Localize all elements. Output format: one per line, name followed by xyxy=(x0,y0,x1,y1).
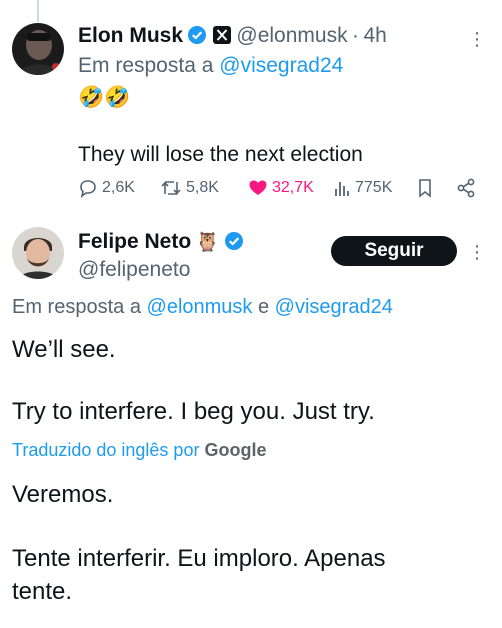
translation-credit[interactable]: Traduzido do inglês por Google xyxy=(12,440,266,461)
tweet2-header: Felipe Neto 🦉 xyxy=(78,229,244,255)
reply-mention[interactable]: @visegrad24 xyxy=(219,54,343,77)
verified-icon xyxy=(224,231,244,260)
translation-line2a: Tente interferir. Eu imploro. Apenas xyxy=(12,545,386,572)
tweet2-text-line2: Try to interfere. I beg you. Just try. xyxy=(12,398,375,425)
reply-prefix: Em resposta a xyxy=(78,54,214,77)
reply-icon xyxy=(78,178,98,198)
author-handle[interactable]: @elonmusk xyxy=(236,24,347,47)
views-count: 775K xyxy=(355,179,393,196)
heart-icon xyxy=(248,178,268,198)
owl-emoji: 🦉 xyxy=(195,232,220,253)
share-button[interactable] xyxy=(456,178,476,198)
separator-dot: · xyxy=(352,24,360,47)
bookmark-button[interactable] xyxy=(416,178,434,198)
reply-count: 2,6K xyxy=(102,179,135,196)
reply-mention-2[interactable]: @visegrad24 xyxy=(275,296,393,318)
retweet-button[interactable]: 5,8K xyxy=(160,178,219,198)
tweet1-emoji: 🤣🤣 xyxy=(78,86,131,109)
retweet-icon xyxy=(160,178,182,198)
author-name[interactable]: Felipe Neto xyxy=(78,230,191,253)
reply-context: Em resposta a @visegrad24 xyxy=(78,54,343,78)
translation-line1: Veremos. xyxy=(12,481,114,508)
views-icon xyxy=(333,178,351,198)
felipe-avatar[interactable] xyxy=(12,227,64,279)
translated-by-label: Traduzido do inglês por xyxy=(12,440,200,460)
more-icon[interactable]: ⋮ xyxy=(468,30,486,48)
reply-and: e xyxy=(257,296,270,318)
verified-icon xyxy=(187,25,207,54)
tweet1-text: They will lose the next election xyxy=(78,143,363,166)
reply-button[interactable]: 2,6K xyxy=(78,178,135,198)
reply-context: Em resposta a @elonmusk e @visegrad24 xyxy=(12,296,393,319)
like-count: 32,7K xyxy=(272,179,314,196)
reply-mention-1[interactable]: @elonmusk xyxy=(147,296,253,318)
views-button[interactable]: 775K xyxy=(333,178,392,198)
translation-line2b: tente. xyxy=(12,578,73,605)
tweet2-text-line1: We’ll see. xyxy=(12,336,116,363)
more-icon[interactable]: ⋮ xyxy=(468,243,486,261)
follow-button[interactable]: Seguir xyxy=(331,236,457,266)
tweet1-header: Elon Musk @elonmusk · 4h xyxy=(78,23,387,49)
bookmark-icon xyxy=(416,178,434,198)
author-handle[interactable]: @felipeneto xyxy=(78,258,190,282)
tweet1-actions: 2,6K 5,8K 32,7K 775K xyxy=(78,178,488,204)
x-logo-icon xyxy=(212,25,232,54)
retweet-count: 5,8K xyxy=(186,179,219,196)
author-name[interactable]: Elon Musk xyxy=(78,24,183,47)
thread-line xyxy=(37,0,39,22)
google-logo-text: Google xyxy=(204,440,267,460)
elon-avatar[interactable] xyxy=(12,23,64,75)
reply-prefix: Em resposta a xyxy=(12,296,141,318)
like-button[interactable]: 32,7K xyxy=(248,178,314,198)
share-icon xyxy=(456,178,476,198)
tweet-time[interactable]: 4h xyxy=(363,24,386,47)
